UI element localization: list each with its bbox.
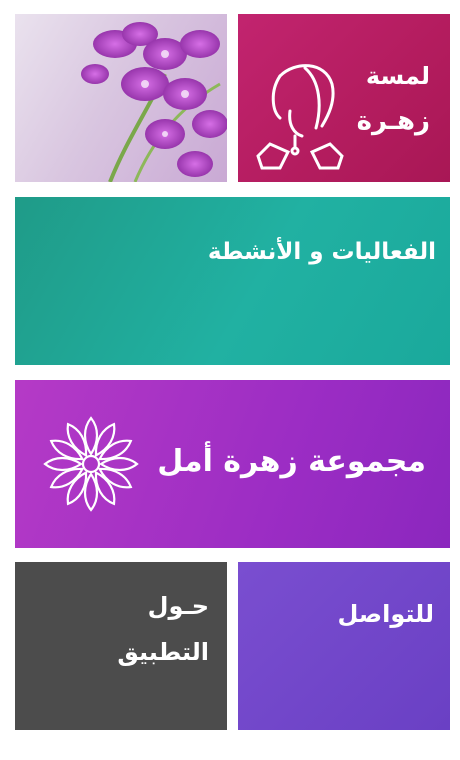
flower-logo-icon	[43, 416, 139, 512]
orchid-photo	[81, 22, 227, 182]
zahrat-amal-group-tile[interactable]: مجموعة زهرة أمل	[15, 380, 450, 548]
contact-title: للتواصل	[337, 600, 435, 628]
group-title: مجموعة زهرة أمل	[157, 444, 426, 479]
lamsa-title-line2: زهـرة	[356, 106, 430, 136]
lamsa-title-line1: لمسة	[365, 62, 430, 90]
about-title-line2: التطبيق	[117, 638, 209, 666]
woman-silhouette-icon	[256, 64, 344, 170]
events-title: الفعاليات و الأنشطة	[207, 239, 436, 265]
about-title-line1: حـول	[147, 592, 209, 620]
contact-tile[interactable]: للتواصل	[238, 562, 450, 730]
events-activities-tile[interactable]: الفعاليات و الأنشطة	[15, 197, 450, 365]
about-app-tile[interactable]: حـول التطبيق	[15, 562, 227, 730]
orchid-photo-tile[interactable]	[15, 14, 227, 182]
lamsa-zahra-tile[interactable]: لمسة زهـرة	[238, 14, 450, 182]
